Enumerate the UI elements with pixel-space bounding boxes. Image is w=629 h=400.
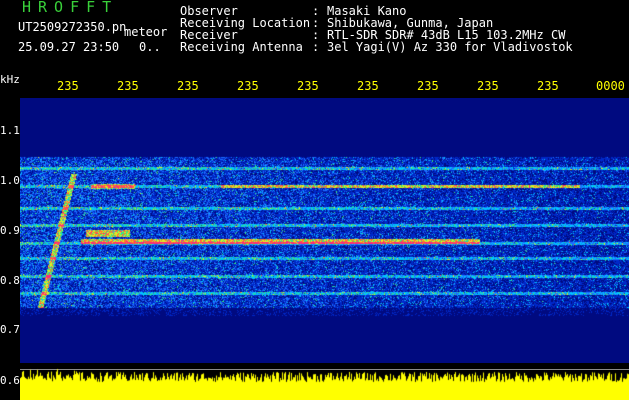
y-tick: 1.0 — [0, 174, 20, 187]
y-tick: 0.7 — [0, 323, 20, 336]
time-tick: 235 — [237, 79, 259, 93]
file-name: UT2509272350.pn — [18, 20, 127, 34]
y-tick: 0.8 — [0, 274, 20, 287]
time-tick: 235 — [297, 79, 319, 93]
date-time: 25.09.27 23:50 — [18, 40, 120, 54]
time-tick: 235 — [177, 79, 199, 93]
antenna-separator: : — [312, 40, 320, 54]
time-tick: 235 — [357, 79, 379, 93]
y-tick: 0.9 — [0, 224, 20, 237]
time-tick: 235 — [477, 79, 499, 93]
y-tick: 1.1 — [0, 124, 20, 137]
app-title: HROFFT — [22, 0, 119, 16]
signal-power-trace — [20, 366, 629, 400]
time-tick: 235 — [57, 79, 79, 93]
time-tick: 0000 — [596, 79, 625, 93]
time-tick: 235 — [417, 79, 439, 93]
counter: 0.. — [139, 40, 161, 54]
frequency-unit-label: kHz — [0, 73, 20, 86]
y-tick: 0.6 — [0, 374, 20, 387]
antenna-label: Receiving Antenna — [180, 40, 303, 54]
antenna-value: 3el Yagi(V) Az 330 for Vladivostok — [327, 40, 573, 54]
spectrogram-canvas — [20, 98, 629, 363]
time-tick: 235 — [537, 79, 559, 93]
file-suffix: meteor — [124, 25, 168, 39]
time-tick: 235 — [117, 79, 139, 93]
